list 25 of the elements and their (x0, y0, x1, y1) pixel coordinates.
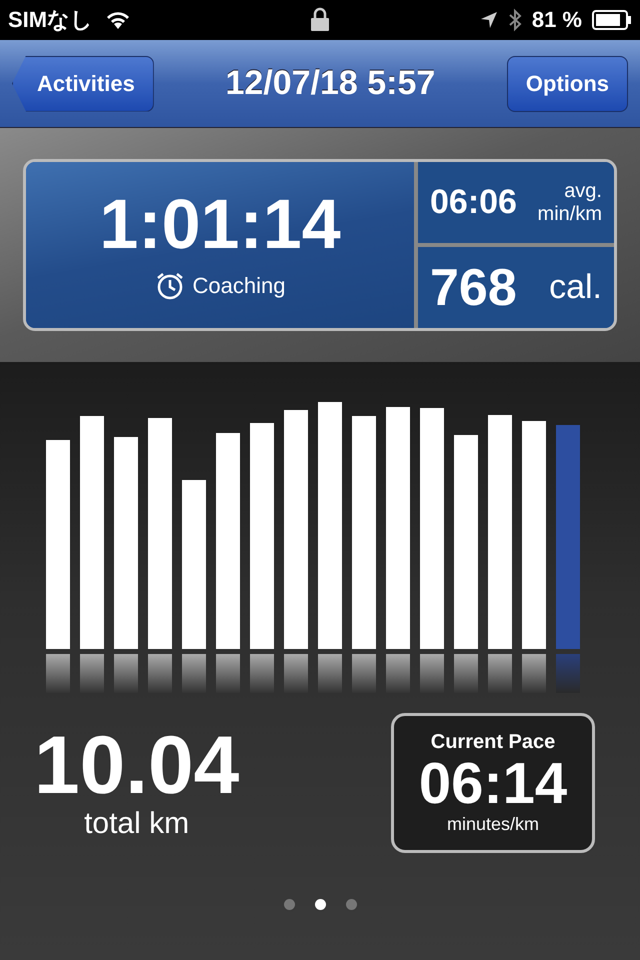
coaching-label: Coaching (192, 273, 286, 299)
nav-title: 12/07/18 5:57 (225, 64, 436, 103)
stopwatch-icon (154, 271, 185, 301)
options-button[interactable]: Options (506, 56, 628, 112)
calories-unit: cal. (549, 268, 602, 307)
total-distance-value: 10.04 (34, 725, 240, 807)
battery-icon (592, 10, 632, 30)
current-pace-value: 06:14 (418, 754, 568, 814)
lock-icon (310, 7, 330, 31)
bluetooth-icon (508, 8, 522, 32)
back-button[interactable]: Activities (12, 56, 154, 112)
pace-unit-label: min/km (538, 202, 602, 226)
duration-value: 1:01:14 (99, 189, 341, 259)
calories-value: 768 (430, 258, 517, 318)
current-pace-title: Current Pace (430, 730, 556, 754)
battery-percent: 81 % (532, 7, 582, 33)
current-pace-unit: minutes/km (446, 814, 540, 836)
page-indicator-dot[interactable] (346, 899, 356, 910)
pace-unit-label: avg. (564, 180, 602, 202)
location-arrow-icon (480, 11, 498, 29)
page-indicator-dot[interactable] (284, 899, 294, 910)
carrier-label: SIMなし (8, 6, 94, 34)
total-distance-label: total km (84, 807, 190, 841)
average-pace-value: 06:06 (430, 183, 517, 222)
page-indicator-dot[interactable] (314, 899, 326, 910)
